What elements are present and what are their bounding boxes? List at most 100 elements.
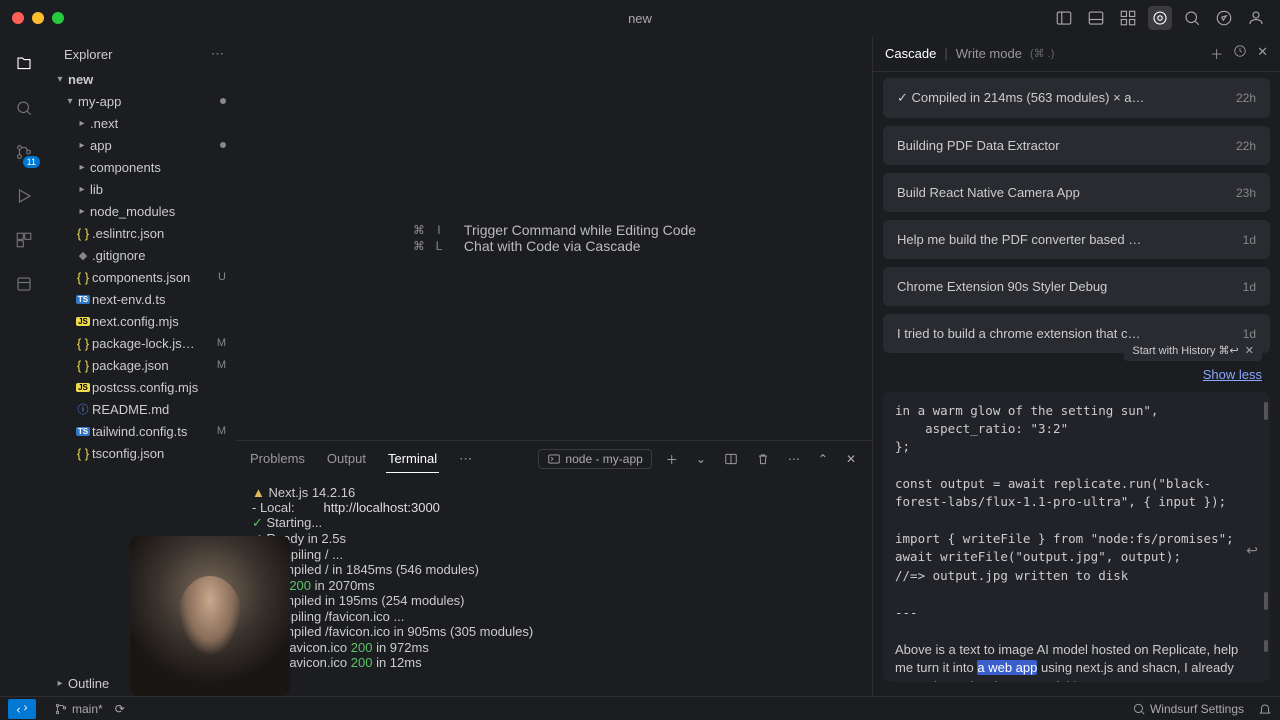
tree-folder[interactable]: ▾my-app <box>48 90 236 112</box>
tree-file[interactable]: TStailwind.config.tsM <box>48 420 236 442</box>
tree-file[interactable]: { }components.jsonU <box>48 266 236 288</box>
editor-shortcut-hint: ⌘LChat with Code via Cascade <box>412 238 696 254</box>
tree-root[interactable]: ▾ new <box>48 68 236 90</box>
tree-file[interactable]: { }.eslintrc.json <box>48 222 236 244</box>
tree-folder[interactable]: ▸node_modules <box>48 200 236 222</box>
sidebar-title: Explorer <box>64 47 112 62</box>
file-status-badge: M <box>217 425 232 437</box>
panel-close-icon[interactable]: ✕ <box>842 450 860 468</box>
tree-file[interactable]: ◆.gitignore <box>48 244 236 266</box>
file-icon: ⓘ <box>74 401 92 417</box>
search-activity[interactable] <box>4 88 44 128</box>
split-terminal-icon[interactable] <box>720 450 742 468</box>
history-item[interactable]: Chrome Extension 90s Styler Debug1d <box>883 267 1270 306</box>
tree-folder[interactable]: ▸components <box>48 156 236 178</box>
chevron-right-icon: ▸ <box>52 678 68 689</box>
history-item[interactable]: Build React Native Camera App23h <box>883 173 1270 212</box>
close-hint-icon[interactable]: ✕ <box>1245 344 1254 357</box>
close-window[interactable] <box>12 12 24 24</box>
extensions-activity[interactable] <box>4 220 44 260</box>
new-terminal-icon[interactable]: ＋ <box>662 449 682 470</box>
chevron-icon: ▸ <box>74 162 90 173</box>
chevron-icon: ▸ <box>74 140 90 151</box>
account-icon[interactable] <box>1244 6 1268 30</box>
modified-dot-icon <box>220 98 226 104</box>
history-list: ✓ Compiled in 214ms (563 modules) × a…22… <box>873 72 1280 353</box>
file-icon: { } <box>74 358 92 373</box>
modified-dot-icon <box>220 142 226 148</box>
tree-folder[interactable]: ▸app <box>48 134 236 156</box>
tree-file[interactable]: JSnext.config.mjs <box>48 310 236 332</box>
chevron-icon: ▸ <box>74 206 90 217</box>
file-status-badge: U <box>218 271 232 283</box>
file-icon: { } <box>74 336 92 351</box>
panel-more-icon[interactable]: ⋯ <box>784 450 804 468</box>
webcam-overlay <box>130 536 290 696</box>
ai-toggle-icon[interactable] <box>1148 6 1172 30</box>
submit-icon[interactable]: ↩ <box>1246 542 1258 559</box>
minimize-window[interactable] <box>32 12 44 24</box>
tree-file[interactable]: TSnext-env.d.ts <box>48 288 236 310</box>
chevron-down-icon: ▾ <box>52 74 68 85</box>
terminal-dropdown-icon[interactable]: ⌄ <box>692 450 710 468</box>
file-icon: TS <box>74 427 92 436</box>
panel-tab-problems[interactable]: Problems <box>248 445 307 473</box>
tree-file[interactable]: JSpostcss.config.mjs <box>48 376 236 398</box>
notifications-icon[interactable] <box>1258 702 1272 716</box>
tree-file[interactable]: { }package-lock.js…M <box>48 332 236 354</box>
tree-file[interactable]: { }package.jsonM <box>48 354 236 376</box>
terminal-process-selector[interactable]: node - my-app <box>538 449 651 469</box>
history-icon[interactable] <box>1233 44 1247 63</box>
scm-activity[interactable]: 11 <box>4 132 44 172</box>
close-panel-icon[interactable]: ✕ <box>1257 44 1268 63</box>
chevron-icon: ▸ <box>74 118 90 129</box>
history-item[interactable]: ✓ Compiled in 214ms (563 modules) × a…22… <box>883 78 1270 118</box>
file-icon: TS <box>74 295 92 304</box>
terminal-output[interactable]: ▲ Next.js 14.2.16- Local: http://localho… <box>236 477 872 720</box>
file-icon: { } <box>74 226 92 241</box>
bottom-panel: Problems Output Terminal ⋯ node - my-app ＋… <box>236 440 872 720</box>
tree-folder[interactable]: ▸.next <box>48 112 236 134</box>
panel-tab-output[interactable]: Output <box>325 445 368 473</box>
sync-button[interactable]: ⟳ <box>115 702 125 716</box>
layout-toggle-icon[interactable] <box>1052 6 1076 30</box>
other-activity[interactable] <box>4 264 44 304</box>
git-branch[interactable]: main* <box>54 702 103 716</box>
sidebar-more-icon[interactable]: ⋯ <box>211 46 224 62</box>
file-icon: { } <box>74 446 92 461</box>
compass-icon[interactable] <box>1212 6 1236 30</box>
scm-badge: 11 <box>23 156 40 168</box>
history-item[interactable]: Building PDF Data Extractor22h <box>883 126 1270 165</box>
editor-empty-state: ⌘ITrigger Command while Editing Code⌘LCh… <box>236 36 872 440</box>
tree-folder[interactable]: ▸lib <box>48 178 236 200</box>
title-bar: new <box>0 0 1280 36</box>
search-icon[interactable] <box>1180 6 1204 30</box>
cascade-mode[interactable]: Write mode <box>956 46 1022 61</box>
tree-file[interactable]: ⓘREADME.md <box>48 398 236 420</box>
tree-file[interactable]: { }tsconfig.json <box>48 442 236 464</box>
panel-tab-terminal[interactable]: Terminal <box>386 445 439 473</box>
cascade-panel: Cascade | Write mode (⌘ .) ＋ ✕ ✓ Compile… <box>872 36 1280 720</box>
explorer-activity[interactable] <box>4 44 44 84</box>
panel-maximize-icon[interactable]: ⌃ <box>814 450 832 468</box>
kill-terminal-icon[interactable] <box>752 450 774 468</box>
chat-input[interactable]: in a warm glow of the setting sun", aspe… <box>883 392 1270 682</box>
maximize-window[interactable] <box>52 12 64 24</box>
editor-area: ⌘ITrigger Command while Editing Code⌘LCh… <box>236 36 872 720</box>
cascade-shortcut: (⌘ .) <box>1030 47 1054 60</box>
windsurf-settings[interactable]: Windsurf Settings <box>1132 702 1244 716</box>
new-chat-icon[interactable]: ＋ <box>1210 44 1223 63</box>
activity-bar: 11 <box>0 36 48 720</box>
selected-text: a web app <box>977 660 1037 675</box>
panel-more[interactable]: ⋯ <box>457 445 474 473</box>
grid-icon[interactable] <box>1116 6 1140 30</box>
remote-button[interactable] <box>8 699 36 719</box>
file-icon: JS <box>74 317 92 326</box>
status-bar: main* ⟳ Windsurf Settings <box>0 696 1280 720</box>
panel-toggle-icon[interactable] <box>1084 6 1108 30</box>
debug-activity[interactable] <box>4 176 44 216</box>
file-icon: ◆ <box>74 249 92 262</box>
file-icon: JS <box>74 383 92 392</box>
file-status-badge: M <box>217 337 232 349</box>
history-item[interactable]: Help me build the PDF converter based …1… <box>883 220 1270 259</box>
